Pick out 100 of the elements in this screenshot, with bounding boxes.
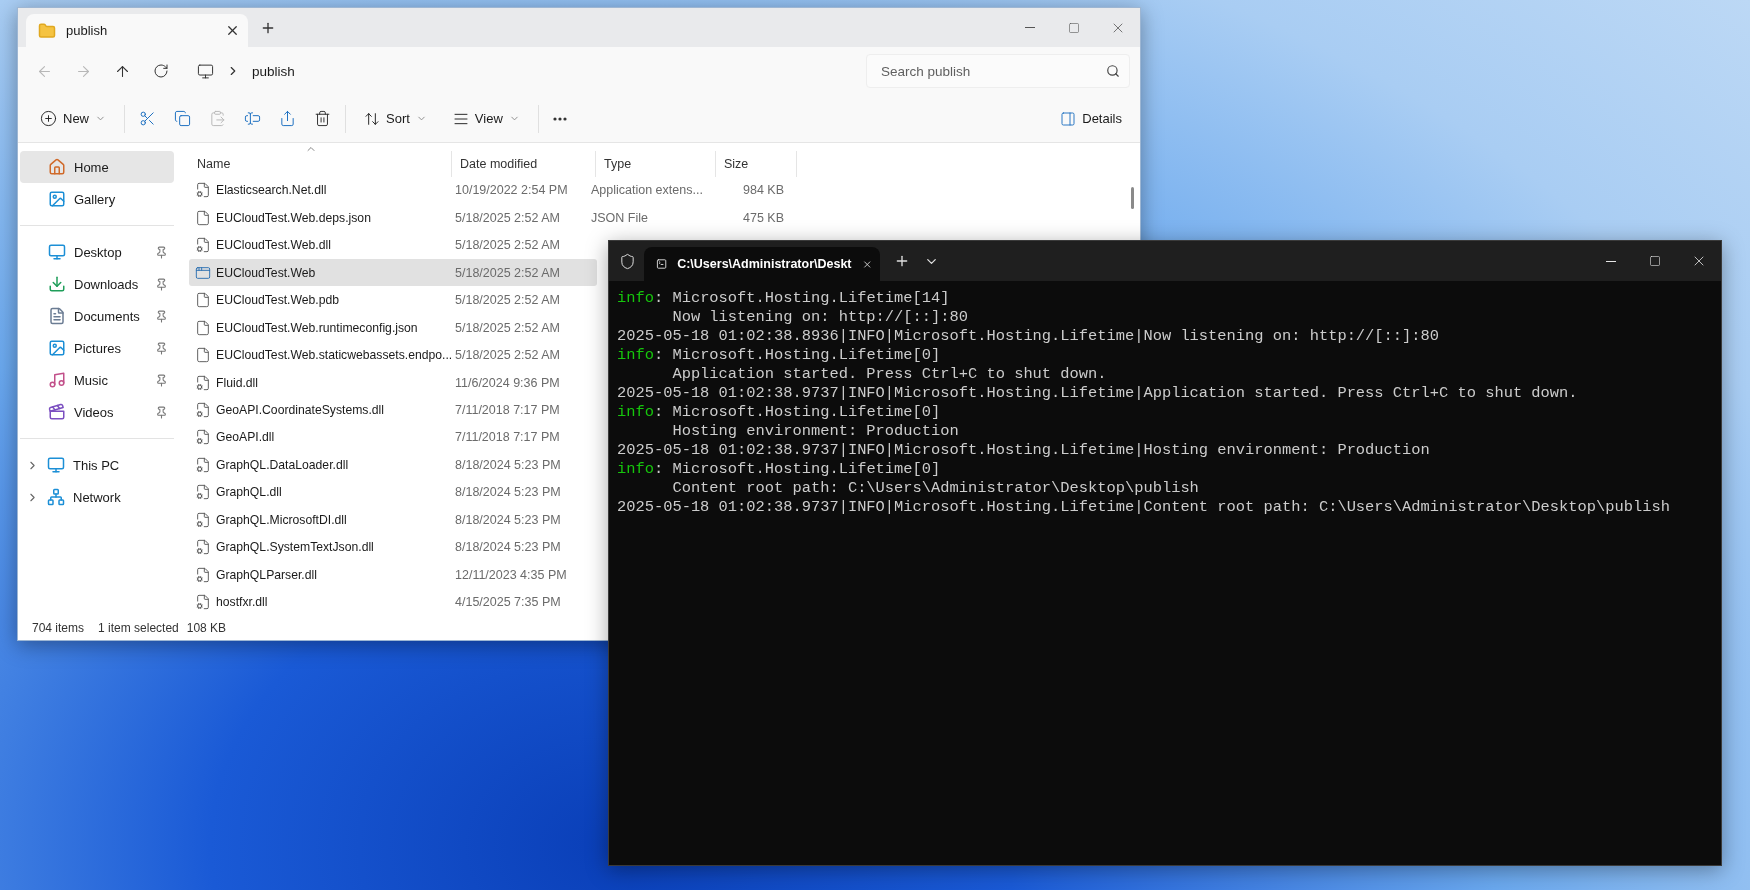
new-button[interactable]: New: [32, 104, 114, 133]
sidebar-label: Network: [73, 489, 122, 505]
video-icon: [48, 403, 66, 421]
date-cell-text: 5/18/2025 2:52 AM: [454, 320, 561, 335]
date-cell-text: 4/15/2025 7:35 PM: [454, 595, 562, 610]
monitor-icon: [48, 243, 66, 261]
home-icon: [48, 158, 66, 176]
minimize-icon: [1606, 260, 1616, 262]
log-level: info: [617, 403, 654, 421]
column-header[interactable]: Size: [716, 151, 797, 177]
terminal-icon: [656, 256, 668, 272]
file-gear-icon: [195, 429, 211, 446]
explorer-tab[interactable]: publish: [26, 14, 248, 47]
file-name: EUCloudTest.Web.runtimeconfig.json: [216, 320, 418, 335]
file-row[interactable]: GraphQL.MicrosoftDI.dll 8/18/2024 5:23 PM: [189, 506, 597, 534]
column-header[interactable]: Name: [189, 151, 452, 177]
plus-icon: [894, 253, 910, 269]
file-gear-icon: [195, 456, 211, 473]
rename-icon: [244, 110, 261, 127]
file-name: EUCloudTest.Web.staticwebassets.endpo...: [216, 348, 453, 363]
sidebar-item[interactable]: This PC: [20, 449, 174, 481]
sidebar-label: This PC: [73, 457, 121, 473]
picture-icon: [48, 190, 66, 208]
file-row[interactable]: EUCloudTest.Web.staticwebassets.endpo... 5/18/2025 2:52 AM: [189, 341, 597, 369]
size-cell-text: 984 KB: [742, 183, 785, 198]
file-icon: [195, 209, 211, 226]
file-row[interactable]: EUCloudTest.Web.dll 5/18/2025 2:52 AM: [189, 231, 597, 259]
log-message: : Microsoft.Hosting.Lifetime[0]: [653, 460, 941, 478]
sidebar-label: Documents: [74, 308, 141, 324]
more-icon: [552, 116, 567, 121]
sidebar-item[interactable]: Documents: [20, 300, 174, 332]
picture-icon: [48, 339, 66, 357]
log-line: Content root path: C:\Users\Administrator\Desktop\publish: [671, 479, 1200, 498]
monitor-icon: [197, 62, 214, 80]
selection-size: 108 KB: [186, 621, 227, 635]
folder-icon: [38, 21, 56, 40]
sidebar-item[interactable]: Home: [20, 151, 174, 183]
terminal-tab[interactable]: C:\Users\Administrator\Deskt: [644, 247, 880, 281]
file-gear-icon: [195, 566, 211, 583]
scrollbar-thumb[interactable]: [1131, 187, 1134, 209]
file-row[interactable]: GraphQL.DataLoader.dll 8/18/2024 5:23 PM: [189, 451, 597, 479]
file-row[interactable]: GeoAPI.CoordinateSystems.dll 7/11/2018 7:17 PM: [189, 396, 597, 424]
file-gear-icon: [195, 511, 211, 528]
file-row[interactable]: EUCloudTest.Web.pdb 5/18/2025 2:52 AM: [189, 286, 597, 314]
column-header[interactable]: Type: [596, 151, 716, 177]
file-row[interactable]: GeoAPI.dll 7/11/2018 7:17 PM: [189, 423, 597, 452]
file-row[interactable]: EUCloudTest.Web.runtimeconfig.json 5/18/2025 2:52 AM: [189, 313, 597, 342]
file-name: GeoAPI.dll: [216, 430, 275, 445]
sidebar-item[interactable]: Downloads: [20, 268, 174, 300]
file-row[interactable]: Elasticsearch.Net.dll 10/19/2022 2:54 PM Application extens... 984 KB: [189, 176, 794, 204]
sidebar-item[interactable]: Pictures: [20, 332, 174, 364]
sidebar-label: Desktop: [74, 244, 123, 260]
sort-button[interactable]: Sort: [356, 104, 435, 133]
sidebar-item[interactable]: Gallery: [20, 183, 174, 215]
log-line: 2025-05-18 01:02:38.8936|INFO|Microsoft.Hosting.Lifetime|Now listening on: http://[::]:80: [617, 327, 1440, 346]
file-icon: [195, 292, 211, 309]
log-message: : Microsoft.Hosting.Lifetime[14]: [653, 289, 950, 307]
address-bar[interactable]: publish: [187, 54, 852, 88]
log-message: : Microsoft.Hosting.Lifetime[0]: [653, 346, 941, 364]
search-field[interactable]: Search publish: [866, 54, 1130, 88]
sidebar-item[interactable]: Desktop: [20, 236, 174, 268]
date-cell-text: 7/11/2018 7:17 PM: [454, 430, 561, 445]
details-button[interactable]: Details: [1052, 104, 1130, 133]
file-row[interactable]: GraphQLParser.dll 12/11/2023 4:35 PM: [189, 561, 597, 589]
panel-icon: [1060, 110, 1077, 127]
trash-icon: [314, 110, 331, 127]
close-icon[interactable]: [225, 23, 240, 38]
file-name: EUCloudTest.Web: [216, 265, 316, 280]
sidebar-label: Home: [74, 159, 110, 175]
file-row[interactable]: EUCloudTest.Web.deps.json 5/18/2025 2:52 AM JSON File 475 KB: [189, 203, 794, 232]
scissors-icon: [139, 110, 156, 127]
sidebar-label: Downloads: [74, 276, 140, 292]
file-row[interactable]: GraphQL.SystemTextJson.dll 8/18/2024 5:23 PM: [189, 533, 597, 562]
file-name: Fluid.dll: [216, 375, 258, 390]
share-icon: [279, 110, 296, 127]
maximize-icon: [1649, 255, 1661, 267]
sidebar-item[interactable]: Videos: [20, 396, 174, 428]
application-icon: [195, 264, 211, 281]
view-button[interactable]: View: [444, 104, 528, 133]
sidebar-item[interactable]: Network: [20, 481, 174, 513]
document-icon: [48, 307, 66, 325]
search-icon: [1106, 64, 1120, 78]
shield-icon: [619, 252, 636, 270]
download-icon: [48, 275, 66, 293]
file-row[interactable]: GraphQL.dll 8/18/2024 5:23 PM: [189, 478, 597, 507]
file-row[interactable]: hostfxr.dll 4/15/2025 7:35 PM: [189, 588, 597, 616]
sidebar-item[interactable]: Music: [20, 364, 174, 396]
clipboard-icon: [209, 110, 226, 127]
column-header[interactable]: Date modified: [452, 151, 596, 177]
address-text: publish: [252, 63, 295, 79]
file-row[interactable]: EUCloudTest.Web 5/18/2025 2:52 AM: [189, 258, 597, 287]
date-cell-text: 5/18/2025 2:52 AM: [454, 293, 561, 308]
file-name: GraphQLParser.dll: [216, 567, 317, 582]
file-gear-icon: [195, 539, 211, 556]
monitor-icon: [47, 456, 65, 474]
sidebar-label: Music: [74, 372, 109, 388]
file-row[interactable]: Fluid.dll 11/6/2024 9:36 PM: [189, 368, 597, 397]
copy-icon: [174, 110, 191, 127]
date-cell-text: 8/18/2024 5:23 PM: [454, 512, 562, 527]
file-name: GeoAPI.CoordinateSystems.dll: [216, 403, 384, 417]
